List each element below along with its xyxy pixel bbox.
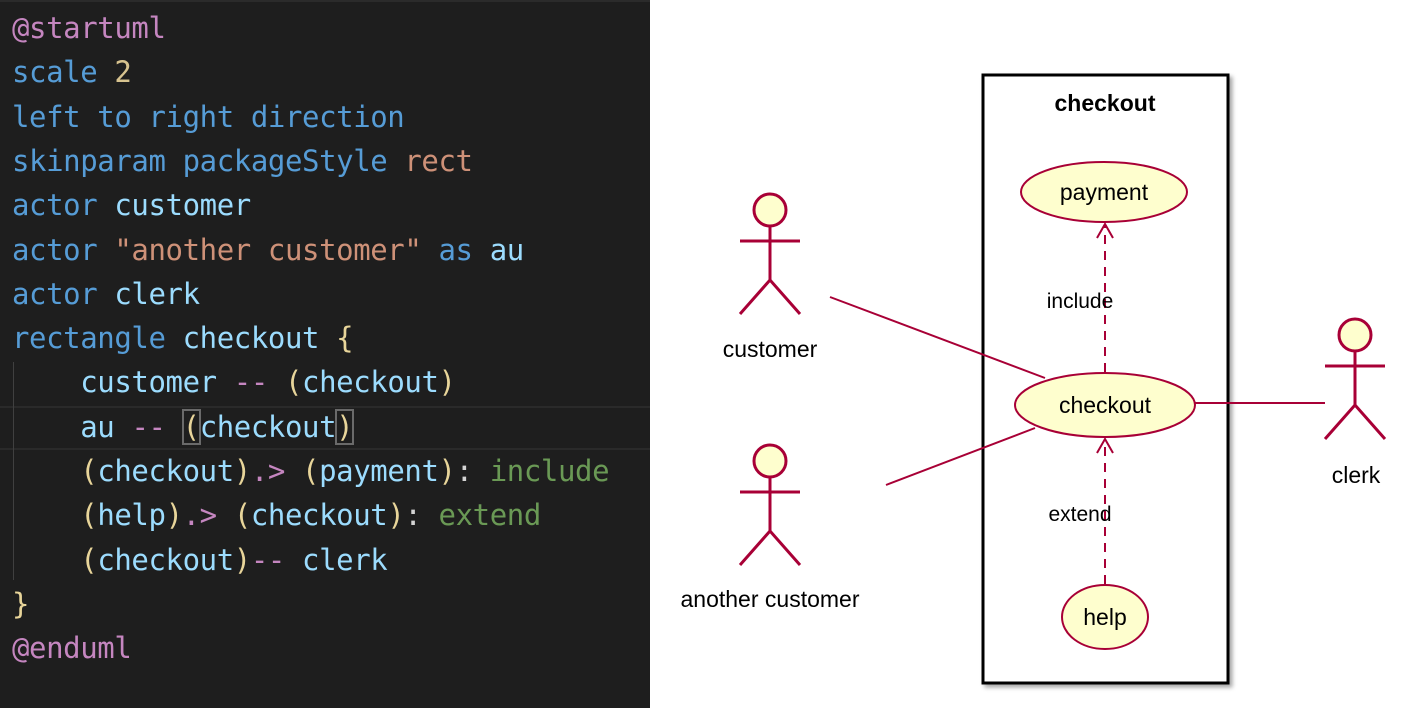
code-token: checkout [199, 409, 337, 444]
use-case-diagram: checkout payment checkout help include e… [681, 73, 1387, 685]
usecase-checkout-label: checkout [1059, 392, 1152, 418]
code-token: : [455, 454, 490, 488]
code-token: ) [233, 542, 251, 577]
code-line[interactable]: (checkout).> (payment): include [12, 449, 609, 493]
code-token: customer [80, 365, 234, 400]
code-token: ) [387, 498, 405, 533]
code-token: actor [12, 276, 115, 311]
code-token: clerk [302, 542, 388, 577]
code-line[interactable]: @enduml [12, 626, 132, 670]
code-token: ( [80, 542, 98, 577]
actor-clerk-label: clerk [1332, 462, 1381, 488]
code-token: ) [438, 365, 456, 400]
code-token: -- [131, 409, 183, 444]
actor-customer-label: customer [723, 336, 818, 362]
code-editor[interactable]: @startuml scale 2 left to right direction s… [0, 0, 650, 708]
code-line[interactable]: actor clerk [12, 272, 200, 316]
code-token: : [404, 498, 439, 533]
code-token: ( [302, 454, 320, 488]
code-token: @startuml [12, 11, 166, 45]
code-token: ( [80, 498, 98, 533]
code-token: -- [250, 542, 303, 577]
code-token: checkout [97, 454, 234, 488]
code-token: "another customer" [114, 232, 439, 267]
code-line[interactable]: } [12, 582, 29, 626]
code-line[interactable]: (help).> (checkout): extend [12, 493, 541, 537]
code-token: ) [335, 408, 355, 445]
code-token: .> [250, 454, 303, 488]
code-line[interactable]: actor customer [12, 183, 251, 227]
code-token: @enduml [12, 631, 132, 666]
code-line[interactable]: @startuml [12, 6, 166, 50]
code-token: ( [181, 408, 201, 445]
code-line[interactable]: scale 2 [12, 50, 132, 94]
usecase-help-label: help [1083, 604, 1126, 630]
code-token: ( [284, 365, 303, 400]
code-token: ) [438, 454, 456, 488]
actor-another-customer-label: another customer [681, 586, 860, 612]
usecase-payment-label: payment [1060, 179, 1149, 205]
code-line[interactable]: skinparam packageStyle rect [12, 139, 473, 183]
code-token: as [438, 232, 490, 267]
code-token: ) [165, 498, 183, 533]
code-line[interactable]: (checkout)-- clerk [12, 538, 388, 582]
code-token: ) [233, 454, 251, 488]
extend-label: extend [1048, 503, 1111, 526]
code-line[interactable]: actor "another customer" as au [12, 228, 524, 272]
code-token: } [12, 586, 30, 621]
code-token: 2 [114, 55, 132, 90]
code-line[interactable]: au -- (checkout) [12, 405, 355, 449]
code-token: checkout [97, 542, 234, 577]
code-token: -- [233, 365, 285, 400]
code-token: actor [12, 188, 115, 223]
code-token: include [489, 454, 610, 488]
code-token: ( [233, 498, 251, 533]
code-token: au [80, 409, 132, 444]
code-token: checkout [250, 498, 388, 533]
code-token: clerk [114, 276, 200, 311]
code-token: help [97, 498, 166, 533]
code-line[interactable]: left to right direction [12, 95, 405, 139]
code-token: actor [12, 232, 115, 267]
code-token: .> [182, 498, 234, 533]
code-token: au [489, 232, 525, 267]
code-token: checkout [182, 321, 337, 356]
code-token: checkout [302, 365, 439, 400]
code-token: { [336, 321, 354, 356]
code-line[interactable]: rectangle checkout { [12, 316, 354, 360]
code-token: skinparam packageStyle [12, 143, 405, 178]
code-token: extend [438, 498, 542, 533]
code-token: payment [319, 454, 439, 488]
code-line[interactable]: customer -- (checkout) [12, 360, 456, 404]
code-token: rectangle [12, 321, 183, 356]
include-label: include [1047, 290, 1114, 313]
code-token: rect [404, 143, 473, 178]
code-token: scale [12, 55, 115, 90]
code-token: left to right direction [12, 99, 405, 134]
actor-customer-figure [738, 192, 802, 315]
uml-diagram-preview: checkout payment checkout help include e… [650, 0, 1408, 708]
actor-another-customer-figure [738, 443, 802, 566]
code-token: ( [80, 454, 98, 488]
rectangle-title: checkout [1055, 90, 1156, 116]
code-token: customer [114, 188, 251, 223]
actor-clerk-figure [1323, 317, 1387, 440]
